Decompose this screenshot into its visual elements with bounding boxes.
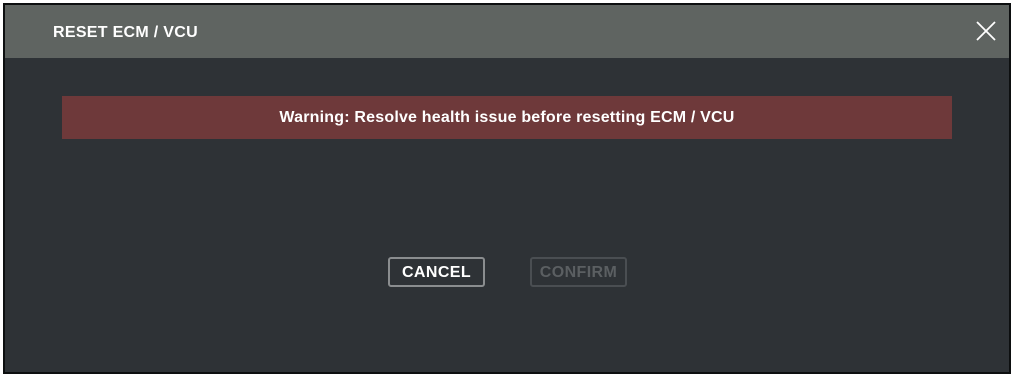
close-icon <box>976 21 996 41</box>
dialog-title: RESET ECM / VCU <box>53 24 198 41</box>
warning-message: Warning: Resolve health issue before res… <box>279 109 735 126</box>
close-button[interactable] <box>973 18 999 44</box>
dialog-titlebar: RESET ECM / VCU <box>5 5 1009 58</box>
warning-banner: Warning: Resolve health issue before res… <box>62 96 952 139</box>
cancel-button[interactable]: CANCEL <box>388 257 485 287</box>
reset-ecm-vcu-dialog: RESET ECM / VCU Warning: Resolve health … <box>3 3 1011 374</box>
confirm-button[interactable]: CONFIRM <box>530 257 627 287</box>
